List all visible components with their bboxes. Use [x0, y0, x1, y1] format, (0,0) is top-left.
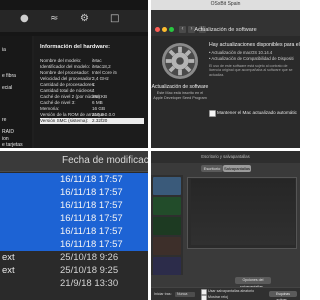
modified-date: 16/11/18 17:57: [60, 239, 123, 250]
gear-icon: [161, 42, 199, 80]
modified-date: 16/11/18 17:57: [60, 174, 123, 185]
show-clock-label: Mostrar reloj: [208, 295, 228, 299]
system-information-panel: ● ≈ ⚙ □ ia e fibra ecial re RAID ion e tarjeta…: [0, 0, 148, 148]
auto-update-checkbox[interactable]: [209, 110, 216, 117]
tab-screensaver[interactable]: Salvapantallas: [223, 165, 251, 172]
wifi-icon[interactable]: ≈: [50, 14, 60, 24]
tab-desktop[interactable]: Escritorio: [201, 165, 223, 172]
software-update-label: Actualización de software: [151, 84, 209, 90]
sidebar: ia e fibra ecial re RAID ion e tarjetas: [0, 36, 32, 148]
file-row[interactable]: [0, 290, 148, 300]
sidebar-item[interactable]: e tarjetas: [2, 141, 32, 148]
file-name: ext: [2, 265, 15, 276]
screensaver-thumb[interactable]: [153, 197, 181, 215]
hardware-value: 2.32f20: [92, 118, 108, 123]
file-row[interactable]: 21/9/18 13:30: [0, 277, 148, 290]
file-row[interactable]: 16/11/18 17:57: [0, 225, 148, 238]
hardware-info-title: Información del hardware:: [40, 44, 110, 50]
desktop-screensaver-panel: Escritorio y salvapantallas Escritorio S…: [151, 151, 300, 300]
hardware-row[interactable]: Versión SMC (sistema): 2.32f20: [40, 118, 144, 124]
update-item[interactable]: • Actualización de macOS 10.14.4: [209, 50, 272, 55]
file-row[interactable]: 16/11/18 17:57: [0, 186, 148, 199]
date-modified-header[interactable]: Fecha de modificación: [62, 155, 148, 166]
file-row[interactable]: 16/11/18 17:57: [0, 173, 148, 186]
start-after-label: Iniciar tras:: [154, 292, 172, 296]
screensaver-thumb[interactable]: [153, 177, 181, 195]
file-row[interactable]: ext 25/10/18 9:25: [0, 264, 148, 277]
license-note: El uso de este software está sujeto al c…: [209, 64, 293, 77]
screensaver-preview: [191, 179, 295, 245]
titlebar-text: OSxBit Spain: [210, 1, 241, 7]
file-row[interactable]: 16/11/18 17:57: [0, 212, 148, 225]
window-icon[interactable]: □: [110, 14, 120, 24]
screensaver-thumb[interactable]: [153, 257, 181, 275]
software-update-panel: OSxBit Spain ‹ › ∷ Actualización de soft…: [151, 0, 300, 148]
auto-update-label: Mantener el Mac actualizado automátic: [217, 110, 297, 115]
window-title: Actualización de software: [194, 27, 257, 33]
modified-date: 16/11/18 17:57: [60, 187, 123, 198]
bottom-bar: Iniciar tras: Nunca Usar salvapantallas …: [151, 287, 300, 300]
random-label: Usar salvapantallas aleatorio: [208, 289, 255, 293]
screensaver-list[interactable]: [151, 175, 183, 275]
finder-list-panel: Fecha de modificación 16/11/18 17:57 16/1…: [0, 151, 148, 300]
hardware-key: Versión SMC (sistema):: [40, 118, 89, 123]
screensaver-thumb[interactable]: [153, 237, 181, 255]
start-after-value: Nunca: [177, 292, 188, 296]
developer-seed-text: Este Mac está inscrito en el Apple Devel…: [153, 91, 207, 100]
update-item[interactable]: • Actualización de Compatibilidad de Dis…: [209, 56, 294, 61]
screensaver-thumb[interactable]: [153, 217, 181, 235]
modified-date: 16/11/18 17:57: [60, 213, 123, 224]
file-row[interactable]: 16/11/18 17:57: [0, 238, 148, 251]
file-row[interactable]: 16/11/18 17:57: [0, 199, 148, 212]
show-clock-checkbox[interactable]: [201, 295, 207, 300]
modified-date: 25/10/18 9:25: [60, 265, 119, 276]
modified-date: 16/11/18 17:57: [60, 200, 123, 211]
modified-date: 16/11/18 17:57: [60, 226, 123, 237]
updates-available-title: Hay actualizaciones disponibles para el: [209, 42, 300, 48]
file-name: ext: [2, 252, 15, 263]
hot-corners-button[interactable]: Esquinas activas...: [269, 291, 297, 300]
screensaver-options-button[interactable]: Opciones del salvapantallas...: [235, 277, 271, 289]
file-row[interactable]: ext 25/10/18 9:26: [0, 251, 148, 264]
modified-date: 21/9/18 13:30: [60, 278, 119, 289]
window-title: Escritorio y salvapantallas: [201, 154, 250, 159]
apple-icon[interactable]: ●: [20, 14, 30, 24]
modified-date: 25/10/18 9:26: [60, 252, 119, 263]
settings-icon[interactable]: ⚙: [80, 14, 90, 24]
column-header[interactable]: Fecha de modificación: [0, 151, 148, 172]
